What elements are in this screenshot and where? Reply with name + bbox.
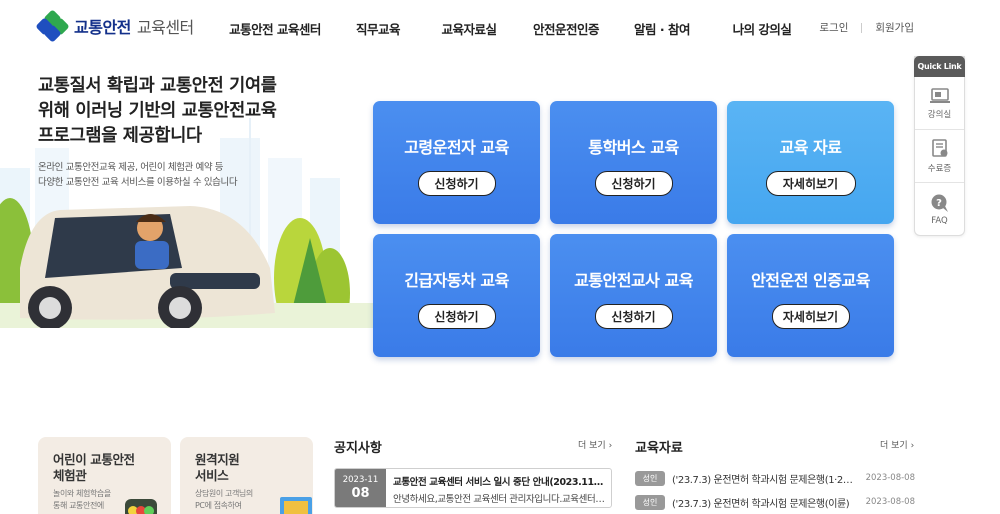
quick-link-panel: Quick Link 강의실 수료증 ? FAQ (914, 56, 965, 236)
card-title: 고령운전자 교육 (404, 137, 509, 157)
card-emergency-vehicle[interactable]: 긴급자동차 교육 신청하기 (373, 234, 540, 357)
notice-heading: 공지사항 (334, 441, 382, 456)
resources-more-link[interactable]: 더 보기 › (880, 438, 914, 451)
quick-link-heading: Quick Link (914, 56, 965, 77)
view-more-button[interactable]: 자세히보기 (765, 170, 856, 196)
nav-item-job-training[interactable]: 직무교육 (340, 19, 416, 38)
card-title: 안전운전 인증교육 (751, 270, 870, 290)
logo-text-sub: 교육센터 (136, 18, 194, 37)
card-title: 긴급자동차 교육 (404, 270, 509, 290)
nav-item-my-classroom[interactable]: 나의 강의실 (714, 19, 810, 38)
card-safe-driving-cert[interactable]: 안전운전 인증교육 자세히보기 (727, 234, 894, 357)
apply-button[interactable]: 신청하기 (417, 303, 496, 329)
promo-title: 원격지원 서비스 (195, 452, 313, 484)
quick-link-certificate[interactable]: 수료증 (915, 130, 964, 183)
resource-date: 2023-08-08 (865, 473, 915, 483)
notice-item[interactable]: 2023-11 08 교통안전 교육센터 서비스 일시 중단 안내(2023.1… (334, 468, 612, 508)
notice-day: 08 (351, 486, 370, 501)
card-elderly-driver[interactable]: 고령운전자 교육 신청하기 (373, 101, 540, 224)
promo-title-line: 서비스 (195, 468, 229, 483)
nav-item-resources[interactable]: 교육자료실 (416, 19, 522, 38)
card-school-bus[interactable]: 통학버스 교육 신청하기 (550, 101, 717, 224)
hero-title-line: 프로그램을 제공합니다 (38, 126, 202, 146)
util-divider (861, 22, 863, 33)
hero-title-line: 교통질서 확립과 교통안전 기여를 (38, 76, 277, 96)
view-more-button[interactable]: 자세히보기 (771, 303, 850, 329)
notice-summary: 안녕하세요,교통안전 교육센터 관리자입니다.교육센터 서비스 일시 중단 (393, 494, 605, 505)
resource-item[interactable]: 성인 ('23.7.3) 운전면허 학과시험 문제은행(1·2종 보통) 202… (635, 470, 915, 486)
chevron-right-icon: › (910, 441, 915, 451)
promo-remote-support[interactable]: 원격지원 서비스 상담원이 고객님의 PC에 접속하여 (180, 437, 313, 514)
notice-year-month: 2023-11 (342, 475, 379, 485)
apply-button[interactable]: 신청하기 (594, 303, 673, 329)
more-label: 더 보기 (578, 441, 606, 451)
svg-text:?: ? (936, 198, 942, 209)
site-logo[interactable]: 교통안전 교육센터 (35, 9, 194, 43)
apply-button[interactable]: 신청하기 (417, 170, 496, 196)
hero-desc-line: 다양한 교통안전 교육 서비스를 이용하실 수 있습니다 (38, 177, 238, 188)
monitor-icon (280, 497, 312, 514)
more-label: 더 보기 (880, 441, 908, 451)
hero-illustration (0, 118, 380, 328)
quick-link-faq[interactable]: ? FAQ (915, 183, 964, 236)
quick-link-label: FAQ (931, 216, 948, 226)
promo-children-experience[interactable]: 어린이 교통안전 체험관 놀이와 체험학습을 통해 교통안전에 (38, 437, 171, 514)
nav-item-safe-driving[interactable]: 안전운전인증 (522, 19, 610, 38)
chevron-right-icon: › (608, 441, 613, 451)
notice-more-link[interactable]: 더 보기 › (578, 438, 612, 451)
promo-title-line: 어린이 교통안전 (53, 452, 135, 467)
resource-title: ('23.7.3) 운전면허 학과시험 문제은행(이륜) (672, 498, 850, 510)
main-page: 교통안전 교육센터 교통안전 교육센터 직무교육 교육자료실 안전운전인증 알림… (0, 0, 1000, 514)
quick-link-lecture-room[interactable]: 강의실 (915, 77, 964, 130)
card-education-materials[interactable]: 교육 자료 자세히보기 (727, 101, 894, 224)
login-link[interactable]: 로그인 (819, 20, 848, 35)
faq-icon: ? (931, 194, 948, 212)
hero-desc-line: 온라인 교통안전교육 제공, 어린이 체험관 예약 등 (38, 162, 224, 173)
lecture-room-icon (929, 87, 950, 103)
hero-title: 교통질서 확립과 교통안전 기여를 위해 이러닝 기반의 교통안전교육 프로그램… (38, 74, 358, 149)
main-navigation: 교통안전 교육센터 직무교육 교육자료실 안전운전인증 알림 · 참여 나의 강… (210, 19, 810, 38)
nav-item-notice[interactable]: 알림 · 참여 (610, 19, 714, 38)
quick-link-label: 강의실 (927, 109, 952, 120)
promo-title: 어린이 교통안전 체험관 (53, 452, 171, 484)
promo-title-line: 원격지원 (195, 452, 240, 467)
resource-item[interactable]: 성인 ('23.7.3) 운전면허 학과시험 문제은행(이륜) 2023-08-… (635, 494, 915, 510)
resource-title: ('23.7.3) 운전면허 학과시험 문제은행(1·2종 보통) (672, 474, 861, 486)
nav-item-center[interactable]: 교통안전 교육센터 (210, 19, 340, 38)
utility-links: 로그인 회원가입 (819, 20, 914, 35)
logo-mark-icon (35, 9, 70, 43)
promo-title-line: 체험관 (53, 468, 87, 483)
resource-date: 2023-08-08 (865, 497, 915, 507)
notice-date: 2023-11 08 (335, 469, 386, 507)
join-link[interactable]: 회원가입 (875, 20, 914, 35)
resource-badge: 성인 (635, 470, 665, 486)
quick-link-label: 수료증 (927, 163, 952, 174)
hero-description: 온라인 교통안전교육 제공, 어린이 체험관 예약 등 다양한 교통안전 교육 … (38, 160, 298, 190)
certificate-icon (931, 138, 947, 157)
card-title: 통학버스 교육 (588, 137, 679, 157)
traffic-light-icon (125, 499, 157, 514)
card-title: 교육 자료 (779, 137, 842, 157)
logo-text-main: 교통안전 (74, 18, 131, 37)
course-cards: 고령운전자 교육 신청하기 통학버스 교육 신청하기 교육 자료 자세히보기 긴… (373, 101, 895, 357)
card-title: 교통안전교사 교육 (574, 270, 693, 290)
notice-title: 교통안전 교육센터 서비스 일시 중단 안내(2023.11.11) (393, 477, 605, 488)
hero-title-line: 위해 이러닝 기반의 교통안전교육 (38, 101, 277, 121)
notice-body: 교통안전 교육센터 서비스 일시 중단 안내(2023.11.11) 안녕하세요… (386, 469, 611, 507)
resources-heading: 교육자료 (635, 441, 683, 456)
resource-badge: 성인 (635, 494, 665, 510)
apply-button[interactable]: 신청하기 (594, 170, 673, 196)
card-safety-teacher[interactable]: 교통안전교사 교육 신청하기 (550, 234, 717, 357)
